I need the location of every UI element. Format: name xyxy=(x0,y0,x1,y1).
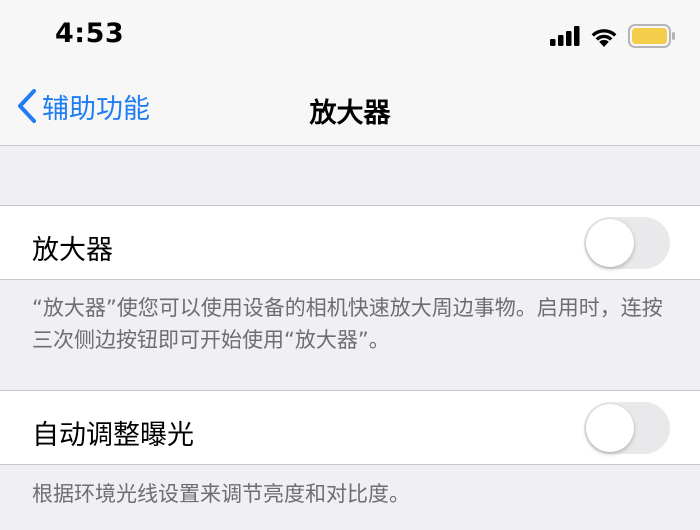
auto-exposure-footer: 根据环境光线设置来调节亮度和对比度。 xyxy=(32,482,410,506)
magnifier-footer: “放大器”使您可以使用设备的相机快速放大周边事物。启用时，连按三次侧边按钮即可开… xyxy=(32,296,663,352)
magnifier-toggle[interactable] xyxy=(584,217,670,269)
auto-exposure-label: 自动调整曝光 xyxy=(32,420,194,451)
auto-exposure-cell: 自动调整曝光 xyxy=(0,390,700,465)
toggle-knob xyxy=(586,404,634,452)
magnifier-label: 放大器 xyxy=(32,235,113,266)
auto-exposure-toggle[interactable] xyxy=(584,402,670,454)
magnifier-cell: 放大器 xyxy=(0,205,700,280)
status-time: 4:53 xyxy=(55,18,125,49)
status-bar: 4:53 xyxy=(0,0,700,70)
toggle-knob xyxy=(586,219,634,267)
page-title: 放大器 xyxy=(309,98,391,129)
status-icons xyxy=(550,24,676,52)
navigation-bar: 辅助功能 放大器 xyxy=(0,70,700,146)
cellular-signal-icon xyxy=(550,26,580,50)
battery-icon xyxy=(628,24,676,52)
wifi-icon xyxy=(590,26,618,51)
